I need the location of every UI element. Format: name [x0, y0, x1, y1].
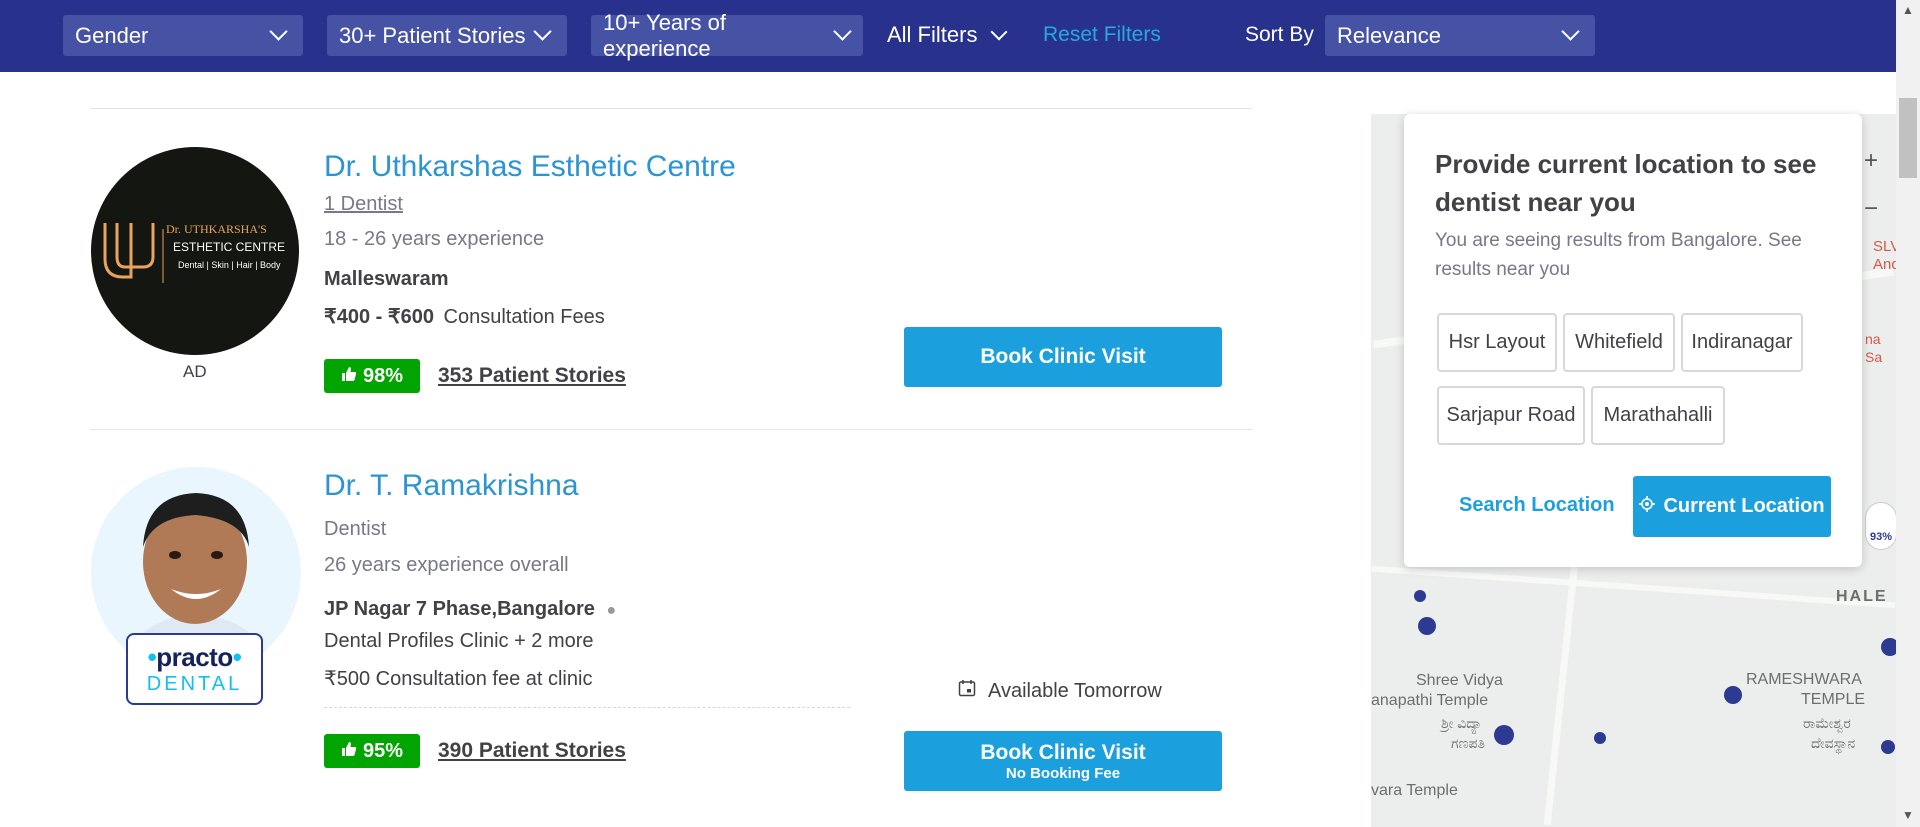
- book-button-label: Book Clinic Visit: [980, 345, 1146, 368]
- doctor-name-link[interactable]: Dr. T. Ramakrishna: [324, 469, 579, 503]
- separator-dot: ●: [606, 602, 617, 619]
- map-road: [1371, 565, 1896, 609]
- chevron-down-icon: [990, 23, 1008, 40]
- map-marker[interactable]: [1418, 617, 1436, 635]
- all-filters-label: All Filters: [887, 22, 978, 47]
- location-popup-note: You are seeing results from Bangalore. S…: [1435, 230, 1802, 280]
- chevron-down-icon: [533, 22, 552, 41]
- clinic-name-link[interactable]: Dr. Uthkarshas Esthetic Centre: [324, 150, 736, 184]
- sort-dropdown-value: Relevance: [1337, 22, 1441, 48]
- map-rating-marker[interactable]: 93%: [1865, 502, 1896, 550]
- practo-dental-badge: •practo• DENTAL: [126, 633, 263, 705]
- clinic-link[interactable]: Dental Profiles Clinic + 2 more: [324, 630, 594, 653]
- doctor-location: JP Nagar 7 Phase,Bangalore ●: [324, 598, 616, 621]
- map-label: Shree Vidya: [1416, 672, 1503, 689]
- experience-dropdown-label: 10+ Years of experience: [603, 9, 726, 61]
- search-location-link[interactable]: Search Location: [1459, 494, 1615, 517]
- reset-filters-link[interactable]: Reset Filters: [1043, 18, 1161, 52]
- scroll-up-arrow-icon[interactable]: ▲: [1900, 2, 1916, 18]
- map-marker[interactable]: [1494, 725, 1514, 745]
- clinic-logo[interactable]: Dr. UTHKARSHA'S ESTHETIC CENTRE Dental |…: [91, 147, 299, 355]
- map-label: TEMPLE: [1801, 691, 1866, 708]
- map-marker[interactable]: [1881, 638, 1896, 656]
- clinic-logo-line1: Dr. UTHKARSHA'S: [166, 222, 267, 236]
- map-label: anapathi Temple: [1371, 692, 1489, 709]
- location-popup: Provide current location to see dentist …: [1404, 114, 1862, 567]
- all-filters-button[interactable]: All Filters: [887, 18, 1008, 52]
- thumbs-up-icon: [341, 365, 357, 388]
- fee-range: ₹400 - ₹600: [324, 306, 434, 328]
- rating-value: 95%: [362, 739, 404, 762]
- chevron-down-icon: [833, 22, 852, 41]
- patient-stories-dropdown-label: 30+ Patient Stories: [339, 22, 526, 48]
- map-label: vara Temple: [1371, 782, 1458, 799]
- specialty-text: Dentist: [324, 518, 387, 540]
- rating-badge: 95%: [324, 734, 420, 768]
- location-chip[interactable]: Marathahalli: [1591, 386, 1725, 445]
- map-label: HALE: [1836, 588, 1888, 605]
- dotted-divider: [324, 707, 850, 708]
- fee-label: Consultation Fees: [443, 306, 605, 328]
- no-booking-fee-label: No Booking Fee: [1005, 764, 1121, 782]
- chevron-down-icon: [1561, 22, 1580, 41]
- crosshair-icon: [1639, 495, 1656, 518]
- location-chip[interactable]: Whitefield: [1563, 313, 1675, 372]
- thumbs-up-icon: [341, 740, 357, 763]
- map-marker[interactable]: [1414, 590, 1426, 602]
- map-label: na Sa: [1865, 331, 1883, 365]
- book-clinic-visit-button[interactable]: Book Clinic Visit: [904, 327, 1222, 387]
- doctor-location-text: JP Nagar 7 Phase,Bangalore: [324, 598, 595, 620]
- experience-dropdown[interactable]: 10+ Years of experience: [591, 10, 863, 61]
- scroll-down-arrow-icon[interactable]: ▼: [1900, 807, 1916, 823]
- sort-dropdown[interactable]: Relevance: [1325, 15, 1595, 56]
- rating-value: 98%: [362, 364, 404, 387]
- clinic-logo-line2: ESTHETIC CENTRE: [173, 240, 286, 254]
- scroll-thumb[interactable]: [1899, 98, 1917, 178]
- practo-brand: •practo•: [147, 642, 242, 672]
- calendar-icon: [958, 679, 976, 703]
- location-chip[interactable]: Sarjapur Road: [1437, 386, 1585, 445]
- map-label: ದೇವಸ್ಥಾನ: [1811, 735, 1856, 751]
- gender-dropdown[interactable]: Gender: [63, 15, 303, 56]
- map-marker-rating: 93%: [1869, 531, 1893, 543]
- map-marker[interactable]: [1594, 732, 1606, 744]
- map-marker[interactable]: [1881, 740, 1895, 754]
- book-button-label: Book Clinic Visit: [980, 740, 1146, 764]
- clinic-logo-tags: Dental | Skin | Hair | Body: [178, 260, 281, 270]
- experience-text: 26 years experience overall: [324, 554, 569, 576]
- current-location-label: Current Location: [1663, 495, 1825, 517]
- listing-divider: [90, 429, 1252, 430]
- listing-divider: [90, 108, 1252, 109]
- map-label: RAMESHWARA: [1746, 671, 1862, 688]
- ad-label: AD: [183, 362, 207, 381]
- patient-stories-link[interactable]: 390 Patient Stories: [438, 739, 626, 763]
- filter-bar: Gender 30+ Patient Stories 10+ Years of …: [0, 0, 1896, 72]
- book-clinic-visit-button[interactable]: Book Clinic Visit No Booking Fee: [904, 731, 1222, 791]
- current-location-button[interactable]: Current Location: [1633, 476, 1831, 537]
- patient-stories-link[interactable]: 353 Patient Stories: [438, 364, 626, 388]
- map-label: ರಾಮೇಶ್ವರ: [1803, 715, 1851, 731]
- map-label: SLV: [1873, 238, 1896, 255]
- sort-by-label: Sort By: [1245, 23, 1314, 46]
- clinic-location: Malleswaram: [324, 268, 449, 290]
- experience-text: 18 - 26 years experience: [324, 228, 545, 250]
- location-chip[interactable]: Hsr Layout: [1437, 313, 1557, 372]
- map-label: ಗಣಪತಿ: [1451, 735, 1485, 751]
- consultation-fee: ₹400 - ₹600 Consultation Fees: [324, 304, 605, 329]
- rating-badge: 98%: [324, 359, 420, 393]
- availability-text: Available Tomorrow: [988, 679, 1162, 702]
- location-popup-title: Provide current location to see dentist …: [1435, 149, 1817, 217]
- chevron-down-icon: [269, 22, 288, 41]
- map-marker[interactable]: [1724, 686, 1742, 704]
- location-chip[interactable]: Indiranagar: [1681, 313, 1803, 372]
- map-label: And: [1873, 256, 1896, 273]
- consultation-fee: ₹500 Consultation fee at clinic: [324, 668, 593, 690]
- dentist-count-link[interactable]: 1 Dentist: [324, 193, 403, 216]
- gender-dropdown-label: Gender: [75, 22, 149, 48]
- practo-sub: DENTAL: [146, 673, 243, 695]
- map-label: ಶ್ರೀ ವಿದ್ಯಾ: [1441, 715, 1483, 731]
- availability: Available Tomorrow: [958, 679, 1162, 703]
- patient-stories-dropdown[interactable]: 30+ Patient Stories: [327, 15, 567, 56]
